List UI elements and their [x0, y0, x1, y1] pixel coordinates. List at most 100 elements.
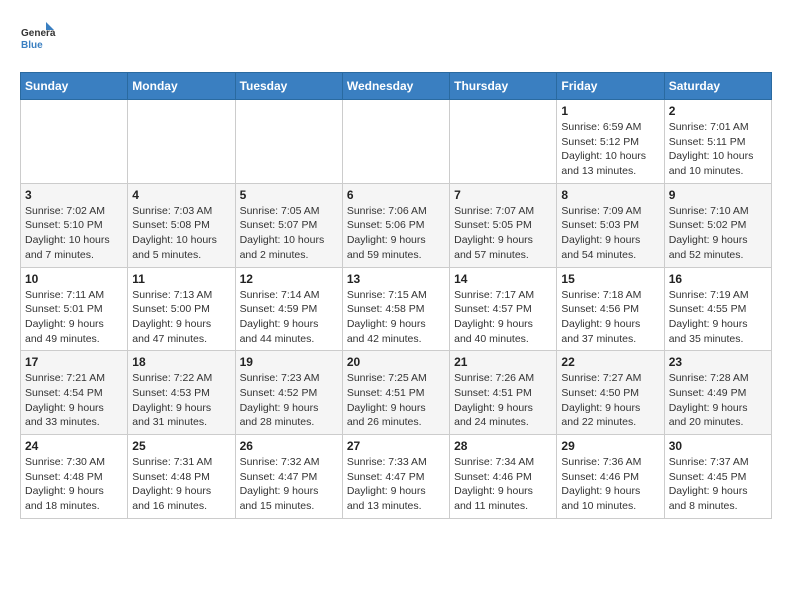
day-info: Sunrise: 7:17 AM Sunset: 4:57 PM Dayligh… — [454, 288, 552, 347]
day-number: 8 — [561, 188, 659, 202]
day-info: Sunrise: 7:31 AM Sunset: 4:48 PM Dayligh… — [132, 455, 230, 514]
day-info: Sunrise: 7:14 AM Sunset: 4:59 PM Dayligh… — [240, 288, 338, 347]
calendar-cell: 23 Sunrise: 7:28 AM Sunset: 4:49 PM Dayli… — [664, 351, 771, 435]
day-info: Sunrise: 7:06 AM Sunset: 5:06 PM Dayligh… — [347, 204, 445, 263]
day-info: Sunrise: 7:09 AM Sunset: 5:03 PM Dayligh… — [561, 204, 659, 263]
calendar-cell: 27Sunrise: 7:33 AM Sunset: 4:47 PM Dayli… — [342, 435, 449, 519]
page-header: General Blue — [20, 20, 772, 56]
day-number: 1 — [561, 104, 659, 118]
day-number: 13 — [347, 272, 445, 286]
day-info: Sunrise: 7:22 AM Sunset: 4:53 PM Dayligh… — [132, 371, 230, 430]
calendar-body: 1 Sunrise: 6:59 AM Sunset: 5:12 PM Daylig… — [21, 100, 772, 519]
logo: General Blue — [20, 20, 56, 56]
day-info: Sunrise: 7:25 AM Sunset: 4:51 PM Dayligh… — [347, 371, 445, 430]
calendar-cell: 7 Sunrise: 7:07 AM Sunset: 5:05 PM Daylig… — [450, 183, 557, 267]
calendar-cell: 25 Sunrise: 7:31 AM Sunset: 4:48 PM Dayli… — [128, 435, 235, 519]
calendar-cell: 14 Sunrise: 7:17 AM Sunset: 4:57 PM Dayli… — [450, 267, 557, 351]
weekday-header: Wednesday — [342, 73, 449, 100]
calendar-cell: 16 Sunrise: 7:19 AM Sunset: 4:55 PM Dayli… — [664, 267, 771, 351]
calendar-cell: 4 Sunrise: 7:03 AM Sunset: 5:08 PM Daylig… — [128, 183, 235, 267]
calendar-cell: 5 Sunrise: 7:05 AM Sunset: 5:07 PM Daylig… — [235, 183, 342, 267]
weekday-header: Saturday — [664, 73, 771, 100]
day-number: 6 — [347, 188, 445, 202]
weekday-header: Monday — [128, 73, 235, 100]
calendar-cell: 8 Sunrise: 7:09 AM Sunset: 5:03 PM Daylig… — [557, 183, 664, 267]
day-number: 12 — [240, 272, 338, 286]
calendar-cell: 15 Sunrise: 7:18 AM Sunset: 4:56 PM Dayli… — [557, 267, 664, 351]
day-info: Sunrise: 7:34 AM Sunset: 4:46 PM Dayligh… — [454, 455, 552, 514]
day-number: 16 — [669, 272, 767, 286]
day-info: Sunrise: 7:10 AM Sunset: 5:02 PM Dayligh… — [669, 204, 767, 263]
day-number: 9 — [669, 188, 767, 202]
day-number: 20 — [347, 355, 445, 369]
day-number: 11 — [132, 272, 230, 286]
calendar-cell: 6 Sunrise: 7:06 AM Sunset: 5:06 PM Daylig… — [342, 183, 449, 267]
day-info: Sunrise: 7:27 AM Sunset: 4:50 PM Dayligh… — [561, 371, 659, 430]
day-info: Sunrise: 7:28 AM Sunset: 4:49 PM Dayligh… — [669, 371, 767, 430]
day-number: 14 — [454, 272, 552, 286]
day-info: Sunrise: 7:15 AM Sunset: 4:58 PM Dayligh… — [347, 288, 445, 347]
calendar-cell: 11Sunrise: 7:13 AM Sunset: 5:00 PM Dayli… — [128, 267, 235, 351]
calendar-week-row: 24 Sunrise: 7:30 AM Sunset: 4:48 PM Dayli… — [21, 435, 772, 519]
day-number: 29 — [561, 439, 659, 453]
calendar-cell: 3 Sunrise: 7:02 AM Sunset: 5:10 PM Daylig… — [21, 183, 128, 267]
calendar-cell: 20 Sunrise: 7:25 AM Sunset: 4:51 PM Dayli… — [342, 351, 449, 435]
weekday-header: Thursday — [450, 73, 557, 100]
day-info: Sunrise: 7:23 AM Sunset: 4:52 PM Dayligh… — [240, 371, 338, 430]
day-number: 23 — [669, 355, 767, 369]
calendar-cell: 30 Sunrise: 7:37 AM Sunset: 4:45 PM Dayli… — [664, 435, 771, 519]
calendar-cell: 19 Sunrise: 7:23 AM Sunset: 4:52 PM Dayli… — [235, 351, 342, 435]
day-info: Sunrise: 7:19 AM Sunset: 4:55 PM Dayligh… — [669, 288, 767, 347]
day-number: 18 — [132, 355, 230, 369]
day-info: Sunrise: 7:07 AM Sunset: 5:05 PM Dayligh… — [454, 204, 552, 263]
day-info: Sunrise: 7:02 AM Sunset: 5:10 PM Dayligh… — [25, 204, 123, 263]
calendar-week-row: 10 Sunrise: 7:11 AM Sunset: 5:01 PM Dayli… — [21, 267, 772, 351]
day-info: Sunrise: 7:11 AM Sunset: 5:01 PM Dayligh… — [25, 288, 123, 347]
calendar-header-row: SundayMondayTuesdayWednesdayThursdayFrid… — [21, 73, 772, 100]
calendar-header: SundayMondayTuesdayWednesdayThursdayFrid… — [21, 73, 772, 100]
day-number: 3 — [25, 188, 123, 202]
calendar-cell: 18 Sunrise: 7:22 AM Sunset: 4:53 PM Dayli… — [128, 351, 235, 435]
calendar-cell: 17Sunrise: 7:21 AM Sunset: 4:54 PM Dayli… — [21, 351, 128, 435]
day-info: Sunrise: 7:37 AM Sunset: 4:45 PM Dayligh… — [669, 455, 767, 514]
day-info: Sunrise: 6:59 AM Sunset: 5:12 PM Dayligh… — [561, 120, 659, 179]
calendar-cell — [342, 100, 449, 184]
day-number: 5 — [240, 188, 338, 202]
weekday-header: Tuesday — [235, 73, 342, 100]
calendar-table: SundayMondayTuesdayWednesdayThursdayFrid… — [20, 72, 772, 519]
day-info: Sunrise: 7:18 AM Sunset: 4:56 PM Dayligh… — [561, 288, 659, 347]
calendar-cell: 21Sunrise: 7:26 AM Sunset: 4:51 PM Dayli… — [450, 351, 557, 435]
day-number: 10 — [25, 272, 123, 286]
calendar-cell: 24 Sunrise: 7:30 AM Sunset: 4:48 PM Dayli… — [21, 435, 128, 519]
calendar-cell: 13 Sunrise: 7:15 AM Sunset: 4:58 PM Dayli… — [342, 267, 449, 351]
day-number: 24 — [25, 439, 123, 453]
day-number: 22 — [561, 355, 659, 369]
day-info: Sunrise: 7:03 AM Sunset: 5:08 PM Dayligh… — [132, 204, 230, 263]
day-number: 30 — [669, 439, 767, 453]
day-number: 27 — [347, 439, 445, 453]
weekday-header: Friday — [557, 73, 664, 100]
day-number: 7 — [454, 188, 552, 202]
calendar-cell: 12 Sunrise: 7:14 AM Sunset: 4:59 PM Dayli… — [235, 267, 342, 351]
weekday-header: Sunday — [21, 73, 128, 100]
calendar-week-row: 17Sunrise: 7:21 AM Sunset: 4:54 PM Dayli… — [21, 351, 772, 435]
calendar-cell — [21, 100, 128, 184]
calendar-cell: 10 Sunrise: 7:11 AM Sunset: 5:01 PM Dayli… — [21, 267, 128, 351]
svg-text:Blue: Blue — [21, 40, 43, 51]
day-number: 19 — [240, 355, 338, 369]
day-info: Sunrise: 7:05 AM Sunset: 5:07 PM Dayligh… — [240, 204, 338, 263]
day-info: Sunrise: 7:30 AM Sunset: 4:48 PM Dayligh… — [25, 455, 123, 514]
calendar-cell — [450, 100, 557, 184]
calendar-cell: 1 Sunrise: 6:59 AM Sunset: 5:12 PM Daylig… — [557, 100, 664, 184]
calendar-week-row: 1 Sunrise: 6:59 AM Sunset: 5:12 PM Daylig… — [21, 100, 772, 184]
day-info: Sunrise: 7:21 AM Sunset: 4:54 PM Dayligh… — [25, 371, 123, 430]
day-number: 4 — [132, 188, 230, 202]
calendar-cell — [235, 100, 342, 184]
calendar-cell: 22 Sunrise: 7:27 AM Sunset: 4:50 PM Dayli… — [557, 351, 664, 435]
day-number: 25 — [132, 439, 230, 453]
day-number: 15 — [561, 272, 659, 286]
calendar-cell: 28 Sunrise: 7:34 AM Sunset: 4:46 PM Dayli… — [450, 435, 557, 519]
day-number: 21 — [454, 355, 552, 369]
logo-icon: General Blue — [20, 20, 56, 56]
day-number: 28 — [454, 439, 552, 453]
